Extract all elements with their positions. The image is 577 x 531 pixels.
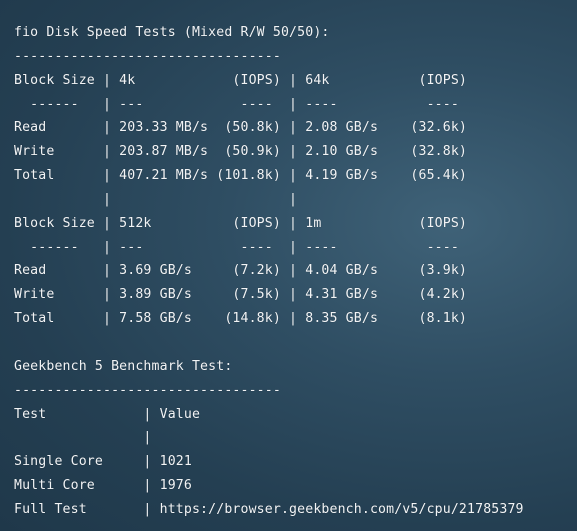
fio-title: fio Disk Speed Tests (Mixed R/W 50/50): [14, 25, 330, 40]
fio-total-row-2: Total | 7.58 GB/s (14.8k) | 8.35 GB/s (8… [14, 311, 468, 327]
geekbench-separator: --------------------------------- [14, 382, 281, 398]
fio-read-row-2: Read | 3.69 GB/s (7.2k) | 4.04 GB/s (3.9… [14, 263, 468, 279]
geekbench-header-row: Test | Value [14, 406, 201, 422]
fio-divider-row-2: ------ | --- ---- | ---- ---- [14, 239, 468, 255]
geekbench-title: Geekbench 5 Benchmark Test: [14, 358, 233, 374]
fio-write-row-2: Write | 3.89 GB/s (7.5k) | 4.31 GB/s (4.… [14, 287, 468, 303]
geekbench-spacer-row: | [14, 430, 152, 446]
fio-divider-row-1: ------ | --- ---- | ---- ---- [14, 96, 468, 112]
geekbench-multi-core-row: Multi Core | 1976 [14, 478, 192, 494]
fio-write-row-1: Write | 203.87 MB/s (50.9k) | 2.10 GB/s … [14, 144, 468, 160]
fio-total-row-1: Total | 407.21 MB/s (101.8k) | 4.19 GB/s… [14, 168, 468, 184]
geekbench-full-test-row: Full Test | https://browser.geekbench.co… [14, 501, 524, 517]
geekbench-single-core-row: Single Core | 1021 [14, 454, 192, 470]
terminal-output: fio Disk Speed Tests (Mixed R/W 50/50): … [0, 0, 577, 531]
fio-spacer-row: | | [14, 191, 468, 207]
fio-separator: --------------------------------- [14, 48, 281, 64]
fio-header-row-1: Block Size | 4k (IOPS) | 64k (IOPS) [14, 72, 468, 88]
fio-read-row-1: Read | 203.33 MB/s (50.8k) | 2.08 GB/s (… [14, 120, 468, 136]
fio-header-row-2: Block Size | 512k (IOPS) | 1m (IOPS) [14, 215, 468, 231]
